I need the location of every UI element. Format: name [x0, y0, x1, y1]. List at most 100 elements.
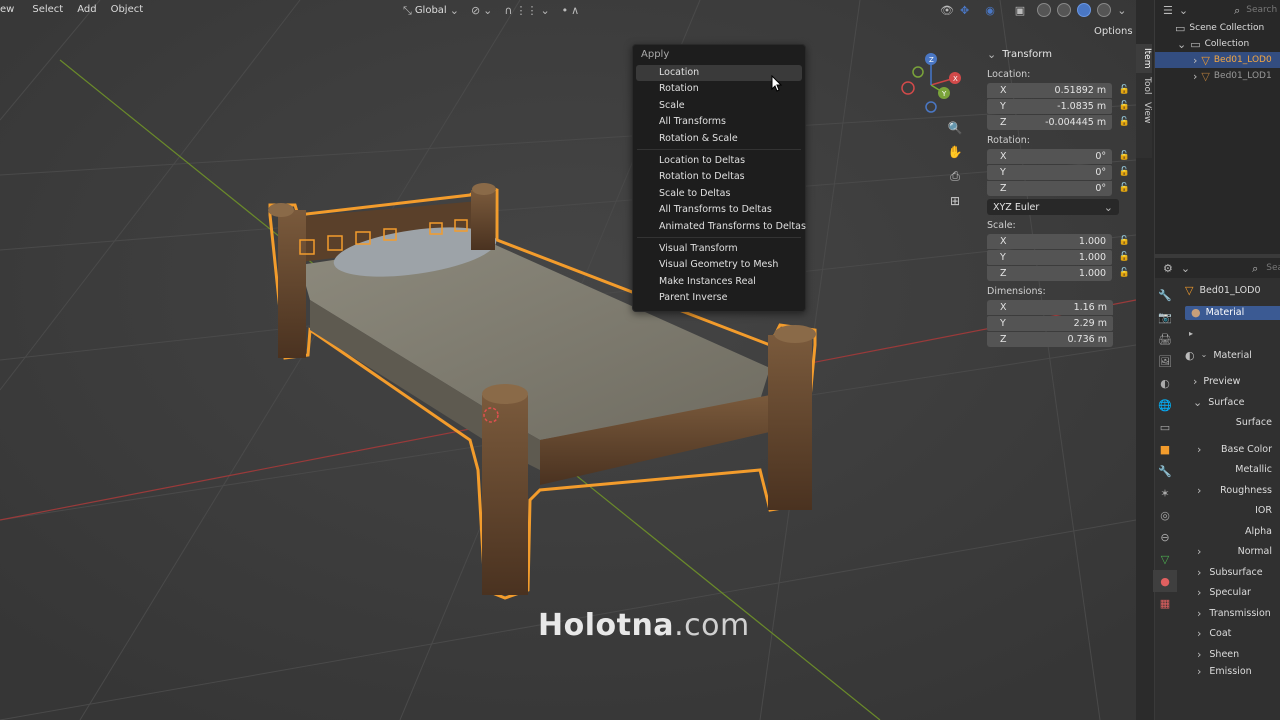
output-tab-icon[interactable]: 🖨	[1153, 328, 1177, 350]
outliner-row-bed01-lod1[interactable]: › ▽ Bed01_LOD1	[1155, 68, 1280, 84]
specular-panel[interactable]: › Specular	[1179, 583, 1280, 604]
menu-select[interactable]: Select	[25, 0, 70, 20]
physics-tab-icon[interactable]: ◎	[1153, 504, 1177, 526]
transform-orientation-dropdown[interactable]: ⤡ Global ⌄	[400, 1, 462, 19]
location-z-field[interactable]: Z -0.004445 m	[987, 114, 1113, 130]
apply-scale[interactable]: Scale	[633, 98, 805, 114]
rotation-y-field[interactable]: Y 0°	[987, 164, 1113, 180]
outliner-search-input[interactable]: Search	[1246, 5, 1277, 15]
editor-type-icon[interactable]: ☰	[1163, 5, 1173, 16]
chevron-down-icon[interactable]: ⌄	[1181, 263, 1190, 274]
texture-tab-icon[interactable]: ▦	[1153, 592, 1177, 614]
properties-search-input[interactable]: Search	[1266, 263, 1280, 273]
panel-preview[interactable]: › Preview	[1179, 372, 1280, 393]
scale-y-field[interactable]: Y 1.000	[987, 249, 1113, 265]
dimensions-z-field[interactable]: Z 0.736 m	[987, 331, 1113, 347]
proportional-edit-button[interactable]: • ∧	[559, 1, 583, 19]
lock-icon[interactable]: 🔓	[1117, 167, 1131, 177]
lock-icon[interactable]: 🔓	[1117, 101, 1131, 111]
dimensions-x-field[interactable]: X 1.16 m	[987, 299, 1113, 315]
pivot-point-button[interactable]: ⊘ ⌄	[468, 1, 495, 19]
base-color-row[interactable]: › Base Color	[1179, 439, 1280, 460]
dimensions-y-field[interactable]: Y 2.29 m	[987, 315, 1113, 331]
panel-surface[interactable]: ⌄ Surface	[1179, 392, 1280, 413]
roughness-row[interactable]: › Roughness	[1179, 480, 1280, 501]
visibility-icon[interactable]: 👁	[940, 5, 954, 16]
tab-view[interactable]: View	[1136, 98, 1152, 127]
particles-tab-icon[interactable]: ✶	[1153, 482, 1177, 504]
coat-panel[interactable]: › Coat	[1179, 624, 1280, 645]
shading-wireframe-button[interactable]	[1037, 3, 1052, 17]
overlay-toggle-icon[interactable]: ◉	[985, 5, 995, 16]
apply-visual-geometry-mesh[interactable]: Visual Geometry to Mesh	[633, 257, 805, 273]
scene-tab-icon[interactable]: ◐	[1153, 372, 1177, 394]
xray-icon[interactable]: ▣	[1015, 5, 1025, 16]
apply-all-transforms[interactable]: All Transforms	[633, 114, 805, 130]
outliner-row-scene-collection[interactable]: ▭ Scene Collection	[1155, 20, 1280, 36]
rotation-z-field[interactable]: Z 0°	[987, 180, 1113, 196]
editor-type-icon[interactable]: ⚙	[1163, 263, 1173, 274]
view-layer-tab-icon[interactable]: 🖼	[1153, 350, 1177, 372]
collection-tab-icon[interactable]: ▭	[1153, 416, 1177, 438]
gizmo-toggle-icon[interactable]: ✥	[960, 5, 969, 16]
menu-add[interactable]: Add	[70, 0, 103, 20]
options-dropdown[interactable]: Options ⌄	[1094, 22, 1136, 40]
apply-all-transforms-deltas[interactable]: All Transforms to Deltas	[633, 202, 805, 218]
apply-scale-deltas[interactable]: Scale to Deltas	[633, 186, 805, 202]
grid-perspective-icon[interactable]: ⊞	[944, 190, 966, 212]
location-y-field[interactable]: Y -1.0835 m	[987, 98, 1113, 114]
lock-icon[interactable]: 🔓	[1117, 236, 1131, 246]
modifier-tab-icon[interactable]: 🔧	[1153, 460, 1177, 482]
lock-icon[interactable]: 🔓	[1117, 151, 1131, 161]
apply-visual-transform[interactable]: Visual Transform	[633, 241, 805, 257]
surface-shader-row[interactable]: Surface	[1179, 413, 1280, 434]
tab-tool[interactable]: Tool	[1136, 73, 1152, 98]
scale-x-field[interactable]: X 1.000	[987, 233, 1113, 249]
render-tab-icon[interactable]: 📷	[1153, 306, 1177, 328]
constraints-tab-icon[interactable]: ⊖	[1153, 526, 1177, 548]
sheen-panel[interactable]: › Sheen	[1179, 644, 1280, 665]
normal-row[interactable]: › Normal	[1179, 542, 1280, 563]
shading-material-button[interactable]	[1077, 3, 1092, 17]
lock-icon[interactable]: 🔓	[1117, 117, 1131, 127]
lock-icon[interactable]: 🔓	[1117, 183, 1131, 193]
material-datablock-row[interactable]: ◐ ⌄ Material	[1179, 345, 1280, 366]
ior-row[interactable]: IOR	[1179, 501, 1280, 522]
world-tab-icon[interactable]: 🌐	[1153, 394, 1177, 416]
chevron-down-icon[interactable]: ⌄	[1117, 5, 1126, 16]
hand-pan-icon[interactable]: ✋	[944, 141, 966, 163]
transform-panel-header[interactable]: ⌄ Transform	[983, 44, 1131, 64]
rotation-x-field[interactable]: X 0°	[987, 148, 1113, 164]
object-tab-icon[interactable]: ■	[1153, 438, 1177, 460]
lock-icon[interactable]: 🔓	[1117, 85, 1131, 95]
tool-tab-icon[interactable]: 🔧	[1153, 284, 1177, 306]
material-tab-icon[interactable]: ●	[1153, 570, 1177, 592]
tab-item[interactable]: Item	[1136, 44, 1152, 73]
apply-location-deltas[interactable]: Location to Deltas	[633, 153, 805, 169]
menu-object[interactable]: Object	[104, 0, 151, 20]
location-x-field[interactable]: X 0.51892 m	[987, 82, 1113, 98]
shading-solid-button[interactable]	[1057, 3, 1072, 17]
material-slot-item[interactable]: ● Material	[1185, 305, 1280, 320]
3d-viewport[interactable]: X Y Z ew Select Add Object ⤡ Global ⌄ ⊘ ⌄…	[0, 0, 1136, 720]
menu-view[interactable]: ew	[0, 0, 21, 20]
subsurface-panel[interactable]: › Subsurface	[1179, 562, 1280, 583]
outliner-row-bed01-lod0[interactable]: › ▽ Bed01_LOD0	[1155, 52, 1280, 68]
apply-animated-transforms-deltas[interactable]: Animated Transforms to Deltas	[633, 219, 806, 235]
lock-icon[interactable]: 🔓	[1117, 268, 1131, 278]
camera-view-icon[interactable]: ⎙	[944, 165, 966, 187]
shading-rendered-button[interactable]	[1097, 3, 1112, 17]
scale-z-field[interactable]: Z 1.000	[987, 265, 1113, 281]
apply-rotation-scale[interactable]: Rotation & Scale	[633, 131, 805, 147]
rotation-mode-dropdown[interactable]: XYZ Euler ⌄	[987, 199, 1119, 215]
chevron-down-icon[interactable]: ⌄	[1179, 5, 1188, 16]
outliner-row-collection[interactable]: ⌄ ▭ Collection	[1155, 36, 1280, 52]
emission-panel[interactable]: › Emission	[1179, 665, 1280, 679]
zoom-icon[interactable]: 🔍	[944, 117, 966, 139]
snap-button[interactable]: ∩ ⋮⋮ ⌄	[501, 1, 552, 19]
apply-rotation-deltas[interactable]: Rotation to Deltas	[633, 169, 805, 185]
slot-list-expander[interactable]: ▸	[1179, 323, 1280, 345]
apply-parent-inverse[interactable]: Parent Inverse	[633, 290, 805, 306]
data-tab-icon[interactable]: ▽	[1153, 548, 1177, 570]
lock-icon[interactable]: 🔓	[1117, 252, 1131, 262]
